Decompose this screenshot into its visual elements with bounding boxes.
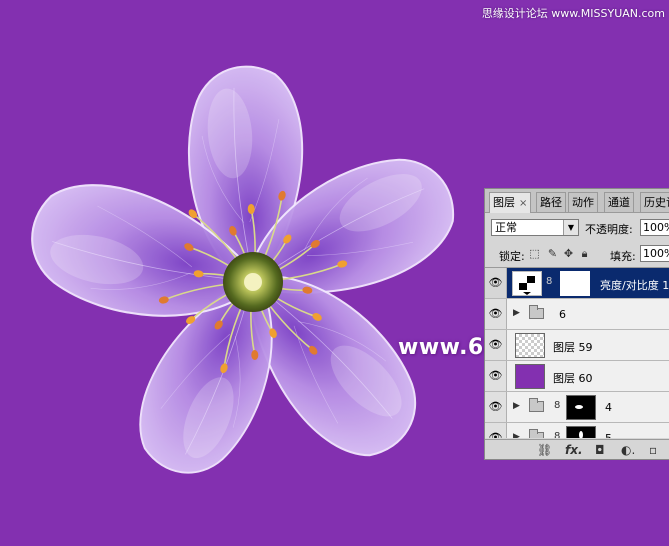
lock-move-icon[interactable]: ✥ xyxy=(563,248,574,259)
opacity-input[interactable]: 100% xyxy=(640,219,669,236)
layer-row-60[interactable]: 👁︎ 图层 60 xyxy=(485,361,669,392)
close-icon[interactable]: × xyxy=(519,198,527,209)
opacity-label: 不透明度: xyxy=(585,223,633,236)
chain-icon[interactable]: 8 xyxy=(554,431,560,438)
fill-input[interactable]: 100% xyxy=(640,245,669,262)
folder-icon xyxy=(529,305,544,319)
blend-mode-select[interactable]: 正常 ▼ xyxy=(491,219,579,236)
tab-history-label: 历史记 xyxy=(644,196,669,209)
fill-label: 填充: xyxy=(610,250,636,263)
layer-name: 亮度/对比度 1 xyxy=(600,279,669,292)
tab-paths[interactable]: 路径 xyxy=(536,192,566,212)
adjustment-layer-icon[interactable]: ◐. xyxy=(621,443,635,457)
eye-icon[interactable]: 👁︎ xyxy=(485,361,507,391)
folder-icon xyxy=(529,429,544,438)
layer-name: 图层 60 xyxy=(553,372,593,385)
layer-mask-thumb[interactable] xyxy=(560,271,590,296)
lock-brush-icon[interactable]: ✎ xyxy=(547,248,558,259)
tab-actions-label: 动作 xyxy=(572,196,594,209)
layers-list: 👁︎ 8 亮度/对比度 1 👁︎ ▶ 6 👁︎ 图层 59 👁︎ 图层 60 👁… xyxy=(485,267,669,438)
solid-thumb xyxy=(515,364,545,389)
eye-icon[interactable]: 👁︎ xyxy=(485,423,507,438)
eye-icon[interactable]: 👁︎ xyxy=(485,268,507,298)
transparent-thumb xyxy=(515,333,545,358)
layer-name: 5 xyxy=(605,432,612,438)
link-icon[interactable]: ⛓ xyxy=(537,443,552,457)
fx-icon[interactable]: fx. xyxy=(565,443,583,457)
layer-row-group-4[interactable]: 👁︎ ▶ 8 4 xyxy=(485,392,669,423)
tab-actions[interactable]: 动作 xyxy=(568,192,598,212)
lock-transparency-icon[interactable]: ⬚ xyxy=(529,248,540,259)
lock-all-icon[interactable]: 🔒︎ xyxy=(579,248,590,259)
blend-mode-value: 正常 xyxy=(495,221,517,234)
chain-icon[interactable]: 8 xyxy=(554,400,560,411)
new-layer-icon[interactable]: ▫ xyxy=(649,443,657,457)
chevron-down-icon[interactable]: ▼ xyxy=(563,220,578,235)
layers-panel: 图层 × 路径 动作 通道 历史记 正常 ▼ 不透明度: 100% 锁定: ⬚ ✎… xyxy=(484,188,669,460)
tab-layers[interactable]: 图层 × xyxy=(489,192,532,213)
layer-row-group-5[interactable]: 👁︎ ▶ 8 5 xyxy=(485,423,669,438)
flower-pistil xyxy=(244,273,262,291)
expand-triangle-icon[interactable]: ▶ xyxy=(513,432,520,438)
eye-icon[interactable]: 👁︎ xyxy=(485,330,507,360)
panel-bottom-bar: ⛓ fx. ◘ ◐. ▫ xyxy=(485,439,669,459)
tab-paths-label: 路径 xyxy=(540,196,562,209)
eye-icon[interactable]: 👁︎ xyxy=(485,392,507,422)
tab-channels-label: 通道 xyxy=(608,196,630,209)
tab-history[interactable]: 历史记 xyxy=(640,192,669,212)
tab-channels[interactable]: 通道 xyxy=(604,192,634,212)
group-mask-thumb[interactable] xyxy=(566,395,596,420)
adjustment-icon xyxy=(512,271,542,296)
eye-icon[interactable]: 👁︎ xyxy=(485,299,507,329)
watermark-top: 思缘设计论坛 www.MISSYUAN.com xyxy=(481,7,665,20)
layer-name: 图层 59 xyxy=(553,341,593,354)
lock-label: 锁定: xyxy=(499,250,525,263)
chain-icon[interactable]: 8 xyxy=(546,276,552,287)
layer-row-group-6[interactable]: 👁︎ ▶ 6 xyxy=(485,299,669,330)
panel-tabs: 图层 × 路径 动作 通道 历史记 xyxy=(485,189,669,213)
expand-triangle-icon[interactable]: ▶ xyxy=(513,308,520,318)
layer-name: 4 xyxy=(605,401,612,414)
mask-icon[interactable]: ◘ xyxy=(595,443,605,457)
expand-triangle-icon[interactable]: ▶ xyxy=(513,401,520,411)
group-mask-thumb[interactable] xyxy=(566,426,596,438)
tab-layers-label: 图层 xyxy=(493,196,515,209)
folder-icon xyxy=(529,398,544,412)
layer-row-59[interactable]: 👁︎ 图层 59 xyxy=(485,330,669,361)
layer-name: 6 xyxy=(559,308,566,321)
layer-row-brightness-contrast[interactable]: 👁︎ 8 亮度/对比度 1 xyxy=(485,268,669,299)
